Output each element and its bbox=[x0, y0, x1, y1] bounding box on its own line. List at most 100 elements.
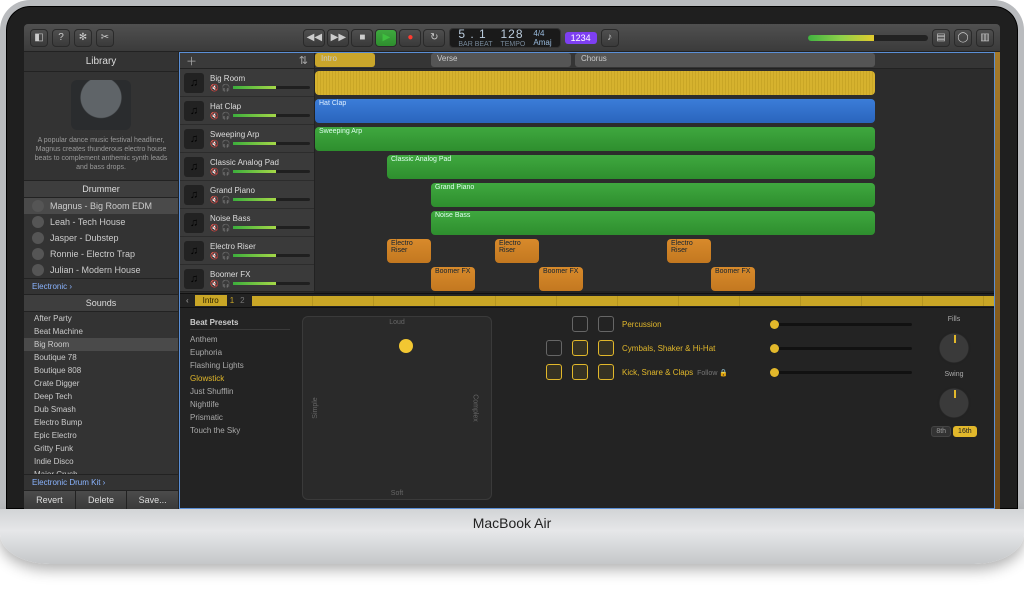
volume-slider[interactable] bbox=[233, 142, 310, 145]
volume-slider[interactable] bbox=[233, 114, 310, 117]
rewind-button[interactable]: ◀◀ bbox=[303, 29, 325, 47]
loop-browser-button[interactable]: ◯ bbox=[954, 29, 972, 47]
preset-row[interactable]: Touch the Sky bbox=[190, 424, 290, 437]
drummer-row[interactable]: Magnus - Big Room EDM bbox=[24, 198, 178, 214]
forward-button[interactable]: ▶▶ bbox=[327, 29, 349, 47]
record-button[interactable]: ● bbox=[399, 29, 421, 47]
volume-slider[interactable] bbox=[233, 198, 310, 201]
track-header[interactable]: ♫Boomer FX🔇🎧 bbox=[180, 265, 314, 293]
hihat-icon[interactable] bbox=[598, 340, 614, 356]
mute-button[interactable]: 🔇 bbox=[210, 224, 219, 232]
drummer-row[interactable]: Jasper - Dubstep bbox=[24, 230, 178, 246]
cycle-button[interactable]: ↻ bbox=[423, 29, 445, 47]
kick-icon[interactable] bbox=[546, 364, 562, 380]
headphones-icon[interactable]: 🎧 bbox=[222, 252, 231, 260]
scissors-button[interactable]: ✂ bbox=[96, 29, 114, 47]
headphones-icon[interactable]: 🎧 bbox=[222, 168, 231, 176]
save-button[interactable]: Save... bbox=[127, 491, 178, 509]
xy-puck[interactable] bbox=[399, 339, 413, 353]
track-header[interactable]: ♫Classic Analog Pad🔇🎧 bbox=[180, 153, 314, 181]
headphones-icon[interactable]: 🎧 bbox=[222, 84, 231, 92]
cymbal-icon[interactable] bbox=[546, 340, 562, 356]
editor-back-icon[interactable]: ‹ bbox=[180, 296, 195, 305]
kit-amount-slider[interactable] bbox=[770, 347, 912, 350]
track-header[interactable]: ♫Electro Riser🔇🎧 bbox=[180, 237, 314, 265]
preset-row[interactable]: Flashing Lights bbox=[190, 359, 290, 372]
add-track-button[interactable]: ＋ bbox=[186, 53, 197, 69]
headphones-icon[interactable]: 🎧 bbox=[222, 280, 231, 288]
sound-row[interactable]: Epic Electro bbox=[24, 429, 178, 442]
track-header[interactable]: ♫Big Room🔇🎧 bbox=[180, 69, 314, 97]
track-header[interactable]: ♫Grand Piano🔇🎧 bbox=[180, 181, 314, 209]
region[interactable]: Boomer FX bbox=[711, 267, 755, 291]
kit-breadcrumb[interactable]: Electronic Drum Kit › bbox=[24, 474, 178, 490]
track-header[interactable]: ♫Noise Bass🔇🎧 bbox=[180, 209, 314, 237]
lightning-icon[interactable] bbox=[572, 316, 588, 332]
editor-region-crumb[interactable]: Intro bbox=[195, 295, 227, 306]
sound-row[interactable]: Deep Tech bbox=[24, 390, 178, 403]
volume-slider[interactable] bbox=[233, 282, 310, 285]
mute-button[interactable]: 🔇 bbox=[210, 196, 219, 204]
tuning-fork-icon[interactable]: ♪ bbox=[601, 29, 619, 47]
sound-row[interactable]: Boutique 78 bbox=[24, 351, 178, 364]
region[interactable]: Boomer FX bbox=[431, 267, 475, 291]
sound-row[interactable]: Big Room bbox=[24, 338, 178, 351]
marker-intro[interactable]: Intro bbox=[315, 53, 375, 67]
snare-icon[interactable] bbox=[572, 364, 588, 380]
region[interactable]: Grand Piano bbox=[431, 183, 875, 207]
genre-breadcrumb[interactable]: Electronic › bbox=[24, 278, 178, 294]
preset-row[interactable]: Anthem bbox=[190, 333, 290, 346]
drummer-row[interactable]: Julian - Modern House bbox=[24, 262, 178, 278]
count-in-button[interactable]: 1234 bbox=[565, 32, 597, 44]
mute-button[interactable]: 🔇 bbox=[210, 140, 219, 148]
marker-verse[interactable]: Verse bbox=[431, 53, 571, 67]
mute-button[interactable]: 🔇 bbox=[210, 112, 219, 120]
settings-button[interactable]: ✻ bbox=[74, 29, 92, 47]
grid-8th-button[interactable]: 8th bbox=[931, 426, 951, 437]
delete-button[interactable]: Delete bbox=[76, 491, 128, 509]
preset-row[interactable]: Just Shufflin bbox=[190, 385, 290, 398]
headphones-icon[interactable]: 🎧 bbox=[222, 140, 231, 148]
region[interactable]: Hat Clap bbox=[315, 99, 875, 123]
editor-region-bar[interactable] bbox=[252, 296, 994, 306]
volume-slider[interactable] bbox=[233, 86, 310, 89]
mute-button[interactable]: 🔇 bbox=[210, 252, 219, 260]
region[interactable] bbox=[315, 71, 875, 95]
preset-row[interactable]: Prismatic bbox=[190, 411, 290, 424]
notepad-button[interactable]: ▤ bbox=[932, 29, 950, 47]
region[interactable]: Noise Bass bbox=[431, 211, 875, 235]
mute-button[interactable]: 🔇 bbox=[210, 280, 219, 288]
sound-row[interactable]: Gritty Funk bbox=[24, 442, 178, 455]
library-toggle-button[interactable]: ◧ bbox=[30, 29, 48, 47]
fills-knob[interactable] bbox=[937, 331, 971, 365]
help-button[interactable]: ? bbox=[52, 29, 70, 47]
volume-slider[interactable] bbox=[233, 170, 310, 173]
lcd-display[interactable]: 5 . 1 BAR BEAT 128 TEMPO 4/4 Amaj bbox=[449, 28, 560, 48]
track-header-options-icon[interactable]: ⇅ bbox=[299, 54, 308, 67]
sound-row[interactable]: After Party bbox=[24, 312, 178, 325]
marker-chorus[interactable]: Chorus bbox=[575, 53, 875, 67]
kit-amount-slider[interactable] bbox=[770, 323, 912, 326]
drummer-row[interactable]: Ronnie - Electro Trap bbox=[24, 246, 178, 262]
sound-row[interactable]: Boutique 808 bbox=[24, 364, 178, 377]
timeline-ruler[interactable]: Intro Verse Chorus bbox=[315, 53, 994, 69]
preset-row[interactable]: Euphoria bbox=[190, 346, 290, 359]
preset-row[interactable]: Nightlife bbox=[190, 398, 290, 411]
media-browser-button[interactable]: ▥ bbox=[976, 29, 994, 47]
region[interactable]: Classic Analog Pad bbox=[387, 155, 875, 179]
sound-row[interactable]: Indie Disco bbox=[24, 455, 178, 468]
sound-row[interactable]: Beat Machine bbox=[24, 325, 178, 338]
headphones-icon[interactable]: 🎧 bbox=[222, 112, 231, 120]
sound-row[interactable]: Crate Digger bbox=[24, 377, 178, 390]
stop-button[interactable]: ■ bbox=[351, 29, 373, 47]
xy-performance-pad[interactable]: Loud Soft Simple Complex bbox=[302, 316, 492, 500]
revert-button[interactable]: Revert bbox=[24, 491, 76, 509]
kit-amount-slider[interactable] bbox=[770, 371, 912, 374]
volume-slider[interactable] bbox=[233, 226, 310, 229]
region[interactable]: Sweeping Arp bbox=[315, 127, 875, 151]
sound-row[interactable]: Dub Smash bbox=[24, 403, 178, 416]
mute-button[interactable]: 🔇 bbox=[210, 168, 219, 176]
track-header[interactable]: ♫Hat Clap🔇🎧 bbox=[180, 97, 314, 125]
play-button[interactable]: ▶ bbox=[375, 29, 397, 47]
drummer-row[interactable]: Leah - Tech House bbox=[24, 214, 178, 230]
